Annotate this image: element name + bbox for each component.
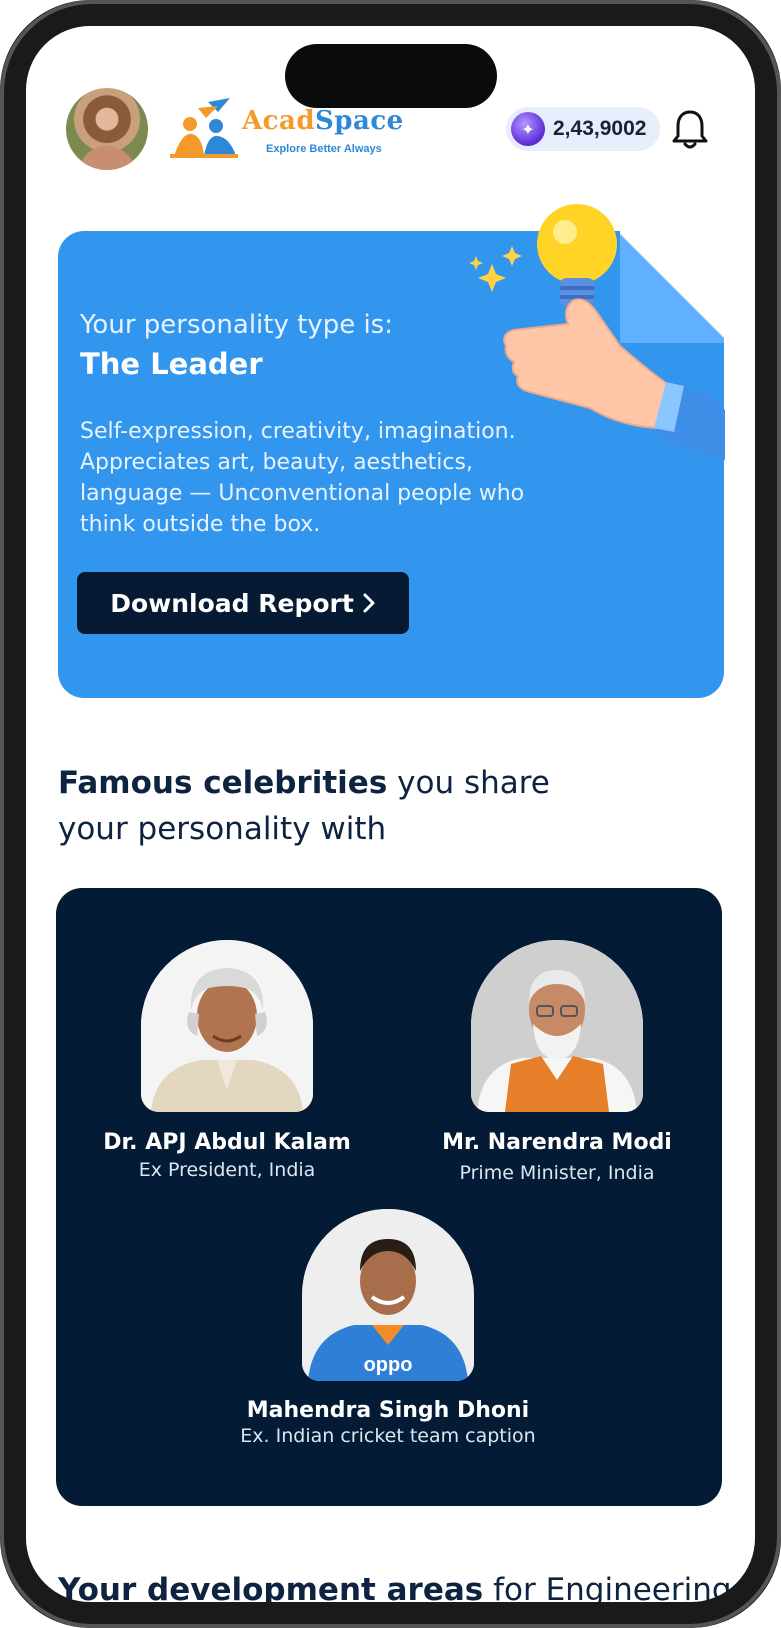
celebrities-heading: Famous celebrities you share your person… bbox=[58, 760, 618, 852]
celebrity-role: Ex President, India bbox=[138, 1159, 316, 1181]
bell-icon[interactable] bbox=[672, 108, 708, 150]
download-report-label: Download Report bbox=[110, 588, 354, 618]
description-line: language — Unconventional people who bbox=[80, 481, 525, 506]
celebrities-heading-rest: you share bbox=[387, 765, 550, 801]
kalam-photo-icon bbox=[141, 940, 313, 1112]
personality-title: The Leader bbox=[80, 347, 263, 381]
dynamic-island bbox=[285, 44, 497, 108]
coin-icon: ✦ bbox=[511, 112, 545, 146]
avatar-shoulders bbox=[78, 146, 136, 170]
avatar[interactable] bbox=[66, 88, 148, 170]
celebrity-name: Mahendra Singh Dhoni bbox=[246, 1398, 530, 1423]
development-heading-rest: for Engineering bbox=[483, 1572, 732, 1608]
logo-title: AcadSpace bbox=[242, 106, 404, 136]
hand-lightbulb-icon bbox=[470, 204, 725, 460]
dhoni-photo-icon: oppo bbox=[302, 1209, 474, 1381]
celebrity-role: Prime Minister, India bbox=[459, 1162, 655, 1184]
celebrities-heading-line2: your personality with bbox=[58, 811, 387, 847]
modi-photo-icon bbox=[471, 940, 643, 1112]
development-areas-heading: Your development areas for Engineering bbox=[58, 1572, 732, 1608]
chevron-right-icon bbox=[363, 593, 375, 613]
celebrities-heading-bold: Famous celebrities bbox=[58, 765, 388, 801]
logo-title-space: Space bbox=[315, 106, 404, 136]
development-heading-bold: Your development areas bbox=[58, 1572, 484, 1608]
coin-balance[interactable]: ✦ 2,43,9002 bbox=[506, 107, 660, 151]
celebrity-portrait-dhoni: oppo bbox=[302, 1209, 474, 1381]
personality-label: Your personality type is: bbox=[80, 310, 393, 340]
logo-mark-icon bbox=[170, 98, 238, 158]
celebrity-role: Ex. Indian cricket team caption bbox=[240, 1425, 536, 1447]
celebrity-name: Mr. Narendra Modi bbox=[442, 1130, 672, 1155]
celebrity-portrait-modi bbox=[471, 940, 643, 1112]
celebrity-name: Dr. APJ Abdul Kalam bbox=[103, 1130, 351, 1155]
download-report-button[interactable]: Download Report bbox=[77, 572, 409, 634]
logo-title-acad: Acad bbox=[242, 106, 316, 136]
svg-text:oppo: oppo bbox=[364, 1354, 413, 1376]
celebrity-portrait-kalam bbox=[141, 940, 313, 1112]
description-line: think outside the box. bbox=[80, 512, 321, 537]
logo-tagline: Explore Better Always bbox=[266, 143, 382, 155]
coin-balance-value: 2,43,9002 bbox=[553, 117, 647, 140]
